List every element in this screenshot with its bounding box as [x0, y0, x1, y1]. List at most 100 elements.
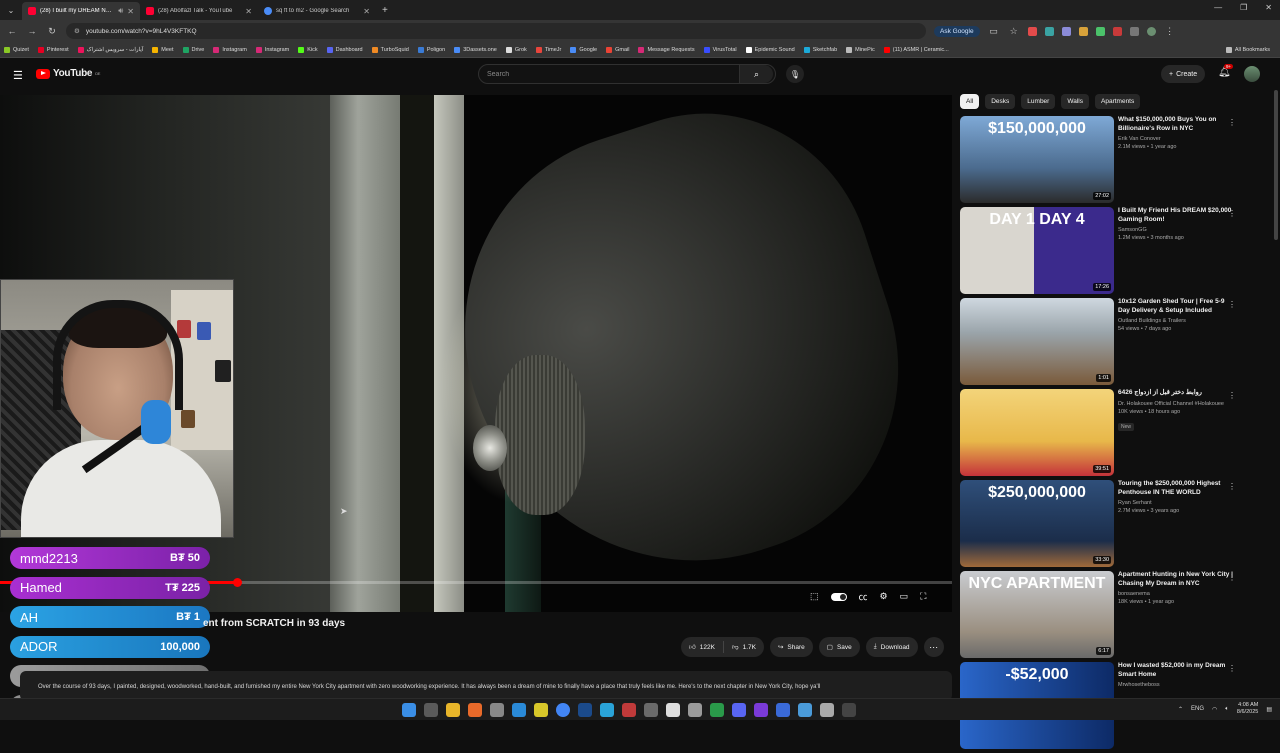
search-app-icon[interactable]: [468, 703, 482, 717]
video-title[interactable]: روابط دختر قبل از ازدواج 6426: [1118, 389, 1236, 398]
channel-name[interactable]: bonsaenema: [1118, 591, 1246, 597]
recommended-video[interactable]: 1:01 10x12 Garden Shed Tour | Free 5-9 Da…: [960, 298, 1246, 389]
video-description[interactable]: Over the course of 93 days, I painted, d…: [20, 671, 952, 701]
app-icon[interactable]: [842, 703, 856, 717]
language-indicator[interactable]: ENG: [1191, 706, 1204, 712]
video-thumbnail[interactable]: 1:01: [960, 298, 1114, 385]
bookmark-item[interactable]: VirusTotal: [703, 46, 737, 53]
channel-name[interactable]: Erik Van Conover: [1118, 136, 1246, 142]
chip-lumber[interactable]: Lumber: [1021, 94, 1056, 109]
bookmark-item[interactable]: Poligon: [417, 46, 445, 53]
site-info-icon[interactable]: ⚙︎: [74, 27, 80, 35]
video-title[interactable]: How I wasted $52,000 in my Dream Smart H…: [1118, 662, 1236, 679]
bookmark-star-icon[interactable]: ☆: [1008, 26, 1020, 37]
more-options-icon[interactable]: ⋮: [1228, 391, 1236, 400]
channel-name[interactable]: Mrwhosetheboss: [1118, 682, 1246, 688]
video-thumbnail[interactable]: DAY 1 DAY 4 17:26: [960, 207, 1114, 294]
start-menu-icon[interactable]: [402, 703, 416, 717]
notifications-center-icon[interactable]: ▤: [1266, 706, 1272, 713]
bookmark-item[interactable]: 3Dassets.one: [454, 46, 497, 53]
video-title[interactable]: 10x12 Garden Shed Tour | Free 5-9 Day De…: [1118, 298, 1236, 315]
clock[interactable]: 4:08 AM 8/6/2025: [1237, 702, 1258, 716]
youtube-logo[interactable]: YouTube DE: [36, 68, 100, 79]
app-icon[interactable]: [754, 703, 768, 717]
app-icon[interactable]: [622, 703, 636, 717]
forward-icon[interactable]: →: [26, 26, 38, 36]
more-options-icon[interactable]: ⋮: [1228, 300, 1236, 309]
scrubber-handle[interactable]: [233, 578, 242, 587]
app-icon[interactable]: [644, 703, 658, 717]
chrome-icon[interactable]: [556, 703, 570, 717]
app-icon[interactable]: [710, 703, 724, 717]
bookmark-item[interactable]: Drive: [182, 46, 204, 53]
channel-name[interactable]: Ryan Serhant: [1118, 500, 1246, 506]
bookmark-item[interactable]: Message Requests: [638, 46, 695, 53]
tab-close-icon[interactable]: ✕: [127, 7, 134, 16]
share-button[interactable]: ↪ Share: [769, 637, 813, 657]
fullscreen-icon[interactable]: ⛶: [920, 591, 926, 602]
volume-icon[interactable]: 🔈︎: [1225, 706, 1229, 713]
bookmark-item[interactable]: Gmail: [606, 46, 629, 53]
miniplayer-icon[interactable]: ⬚: [810, 591, 819, 602]
app-icon[interactable]: [688, 703, 702, 717]
bookmark-item[interactable]: آپارات - سرویس اشتراک: [77, 46, 143, 53]
ask-google-button[interactable]: Ask Google: [934, 25, 980, 37]
bookmark-item[interactable]: Dashboard: [326, 46, 363, 53]
more-options-icon[interactable]: ⋮: [1228, 664, 1236, 673]
bookmark-item[interactable]: Quizet: [4, 46, 29, 53]
video-thumbnail[interactable]: $250,000,000 33:30: [960, 480, 1114, 567]
app-icon[interactable]: [666, 703, 680, 717]
bookmark-item[interactable]: Instagram: [255, 46, 289, 53]
app-icon[interactable]: [512, 703, 526, 717]
bookmark-item[interactable]: Instagram: [213, 46, 247, 53]
more-options-icon[interactable]: ⋮: [1228, 209, 1236, 218]
video-title[interactable]: Apartment Hunting in New York City | Cha…: [1118, 571, 1236, 588]
notifications-button[interactable]: 🔔︎ 9+: [1218, 64, 1234, 78]
tab-google-search[interactable]: sq ft to m2 - Google Search ✕: [258, 2, 376, 20]
tray-chevron-icon[interactable]: ⌃: [1178, 706, 1183, 713]
search-input[interactable]: [479, 70, 739, 78]
account-avatar[interactable]: [1244, 66, 1260, 82]
video-thumbnail[interactable]: NYC APARTMENT 6:17: [960, 571, 1114, 658]
extension-icon[interactable]: [1061, 26, 1071, 36]
telegram-icon[interactable]: [600, 703, 614, 717]
bookmark-item[interactable]: Kick: [298, 46, 318, 53]
extension-icon[interactable]: [1095, 26, 1105, 36]
bookmark-item[interactable]: TurboSquid: [371, 46, 409, 53]
bookmark-item[interactable]: (11) ASMR | Ceramic...: [883, 46, 949, 53]
page-scrollbar[interactable]: [1274, 90, 1278, 240]
tab-youtube-video[interactable]: (28) I built my DREAM New... 🔊︎ ✕: [22, 2, 140, 20]
file-explorer-icon[interactable]: [446, 703, 460, 717]
discord-icon[interactable]: [732, 703, 746, 717]
profile-avatar-icon[interactable]: [1146, 26, 1156, 36]
bookmark-item[interactable]: Google: [570, 46, 597, 53]
minimize-icon[interactable]: —: [1214, 3, 1222, 12]
maximize-icon[interactable]: ❐: [1240, 3, 1247, 12]
more-options-icon[interactable]: ⋮: [1228, 118, 1236, 127]
chip-walls[interactable]: Walls: [1061, 94, 1089, 109]
settings-gear-icon[interactable]: ⚙︎: [880, 591, 888, 602]
extension-icon[interactable]: [1044, 26, 1054, 36]
voice-search-button[interactable]: 🎙︎: [786, 65, 804, 83]
cast-icon[interactable]: ▭: [988, 26, 1000, 37]
video-title[interactable]: I Built My Friend His DREAM $20,000 Gami…: [1118, 207, 1236, 224]
dislike-button[interactable]: 👎︎ 1.7K: [724, 637, 764, 657]
extension-icon[interactable]: [1112, 26, 1122, 36]
video-thumbnail[interactable]: $150,000,000 27:02: [960, 116, 1114, 203]
reload-icon[interactable]: ↻: [46, 26, 58, 37]
video-title[interactable]: What $150,000,000 Buys You on Billionair…: [1118, 116, 1236, 133]
channel-name[interactable]: SamsonGG: [1118, 227, 1246, 233]
hamburger-menu-icon[interactable]: ☰: [13, 69, 23, 82]
download-button[interactable]: ⤓ Download: [865, 637, 918, 657]
video-thumbnail[interactable]: 39:51: [960, 389, 1114, 476]
extension-icon[interactable]: [1027, 26, 1037, 36]
create-button[interactable]: + Create: [1161, 65, 1206, 83]
back-icon[interactable]: ←: [6, 26, 18, 36]
more-options-icon[interactable]: ⋮: [1228, 482, 1236, 491]
bookmark-item[interactable]: TimeJr: [535, 46, 561, 53]
chip-apartments[interactable]: Apartments: [1095, 94, 1141, 109]
search-button[interactable]: ⌕: [739, 65, 773, 83]
channel-name[interactable]: Outland Buildings & Trailers: [1118, 318, 1246, 324]
recommended-video[interactable]: NYC APARTMENT 6:17 Apartment Hunting in Ne…: [960, 571, 1246, 662]
more-options-icon[interactable]: ⋮: [1228, 573, 1236, 582]
